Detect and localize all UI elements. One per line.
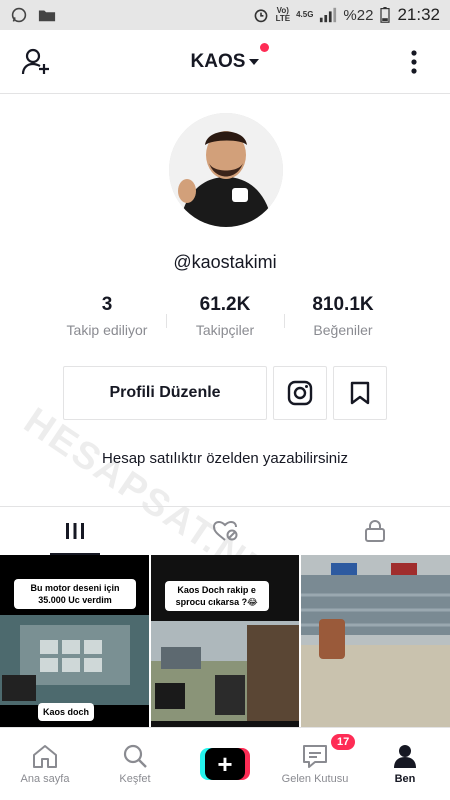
network-type: 4.5G (296, 10, 314, 19)
notification-dot (260, 42, 270, 52)
nav-inbox-label: Gelen Kutusu (281, 773, 349, 785)
search-icon (123, 744, 147, 768)
nav-me[interactable]: Ben (360, 728, 450, 800)
person-icon (394, 745, 416, 768)
bottom-nav: Ana sayfa Keşfet + 17 Gelen Kutusu Ben (0, 727, 450, 800)
bio: Hesap satılıktır özelden yazabilirsiniz (102, 450, 348, 467)
edit-profile-button[interactable]: Profili Düzenle (63, 366, 267, 420)
clock: 21:32 (397, 5, 440, 24)
caret-down-icon (249, 58, 260, 65)
followers-label: Takipçiler (195, 322, 255, 338)
battery-percent: %22 (343, 6, 374, 24)
content-tabs (0, 506, 450, 555)
lock-icon (365, 520, 385, 542)
grid-bars-icon (66, 523, 84, 539)
video-caption: Bu motor deseni için 35.000 Uc verdim (14, 579, 136, 609)
bookmark-icon (350, 381, 370, 405)
nav-home-label: Ana sayfa (20, 773, 70, 785)
video-thumbnail[interactable]: Kaos Doch rakip e sprocu cıkarsa ?😂 (150, 555, 300, 727)
tab-private[interactable] (300, 507, 450, 555)
nav-discover[interactable]: Keşfet (90, 728, 180, 800)
alarm-icon (254, 9, 267, 23)
nav-discover-label: Keşfet (119, 773, 151, 785)
profile-actions: Profili Düzenle (63, 366, 387, 420)
tab-liked[interactable] (150, 507, 300, 555)
video-preview (301, 555, 450, 727)
favorites-button[interactable] (333, 366, 387, 420)
vertical-dots-icon (411, 49, 417, 74)
video-caption: Kaos Doch rakip e sprocu cıkarsa ?😂 (164, 581, 269, 611)
instagram-icon (287, 380, 313, 406)
following-count: 3 (101, 294, 113, 315)
account-name: KAOS (190, 50, 246, 72)
hidden-heart-icon (212, 520, 238, 541)
signal-icon (320, 7, 337, 23)
message-icon (303, 745, 327, 768)
nav-me-label: Ben (394, 773, 416, 785)
create-button[interactable]: + (200, 748, 250, 780)
video-grid: Bu motor deseni için 35.000 Uc verdim Ka… (0, 555, 450, 727)
status-bar: Vo) LTE 4.5G %22 21:32 (0, 0, 450, 30)
home-icon (33, 745, 57, 768)
likes-stat[interactable]: 810.1K Beğeniler (284, 294, 402, 344)
folder-icon (38, 10, 56, 22)
profile-stats: 3 Takip ediliyor 61.2K Takipçiler 810.1K… (48, 294, 402, 344)
video-thumbnail[interactable]: Bu motor deseni için 35.000 Uc verdim Ka… (0, 555, 149, 727)
account-switcher[interactable]: KAOS (190, 42, 270, 73)
following-label: Takip ediliyor (66, 322, 148, 338)
profile-header: KAOS (0, 30, 450, 94)
likes-count: 810.1K (312, 294, 374, 315)
add-friend-button[interactable] (20, 46, 52, 78)
followers-count: 61.2K (199, 294, 251, 315)
following-stat[interactable]: 3 Takip ediliyor (48, 294, 166, 344)
video-thumbnail[interactable] (301, 555, 450, 727)
inbox-badge: 17 (331, 734, 356, 750)
lte-label: LTE (275, 14, 291, 23)
video-caption-secondary: Kaos doch (38, 703, 95, 721)
username: @kaostakimi (173, 252, 277, 272)
followers-stat[interactable]: 61.2K Takipçiler (166, 294, 284, 344)
likes-label: Beğeniler (313, 322, 373, 338)
whatsapp-icon (11, 7, 27, 23)
more-options-button[interactable] (398, 46, 430, 78)
tab-videos[interactable] (0, 507, 150, 555)
avatar-photo (169, 113, 283, 227)
avatar[interactable] (169, 113, 283, 227)
instagram-button[interactable] (273, 366, 327, 420)
plus-icon: + (205, 748, 245, 780)
battery-icon (380, 7, 391, 23)
add-user-icon (21, 48, 49, 74)
nav-create[interactable]: + (180, 728, 270, 800)
nav-inbox[interactable]: 17 Gelen Kutusu (270, 728, 360, 800)
nav-home[interactable]: Ana sayfa (0, 728, 90, 800)
